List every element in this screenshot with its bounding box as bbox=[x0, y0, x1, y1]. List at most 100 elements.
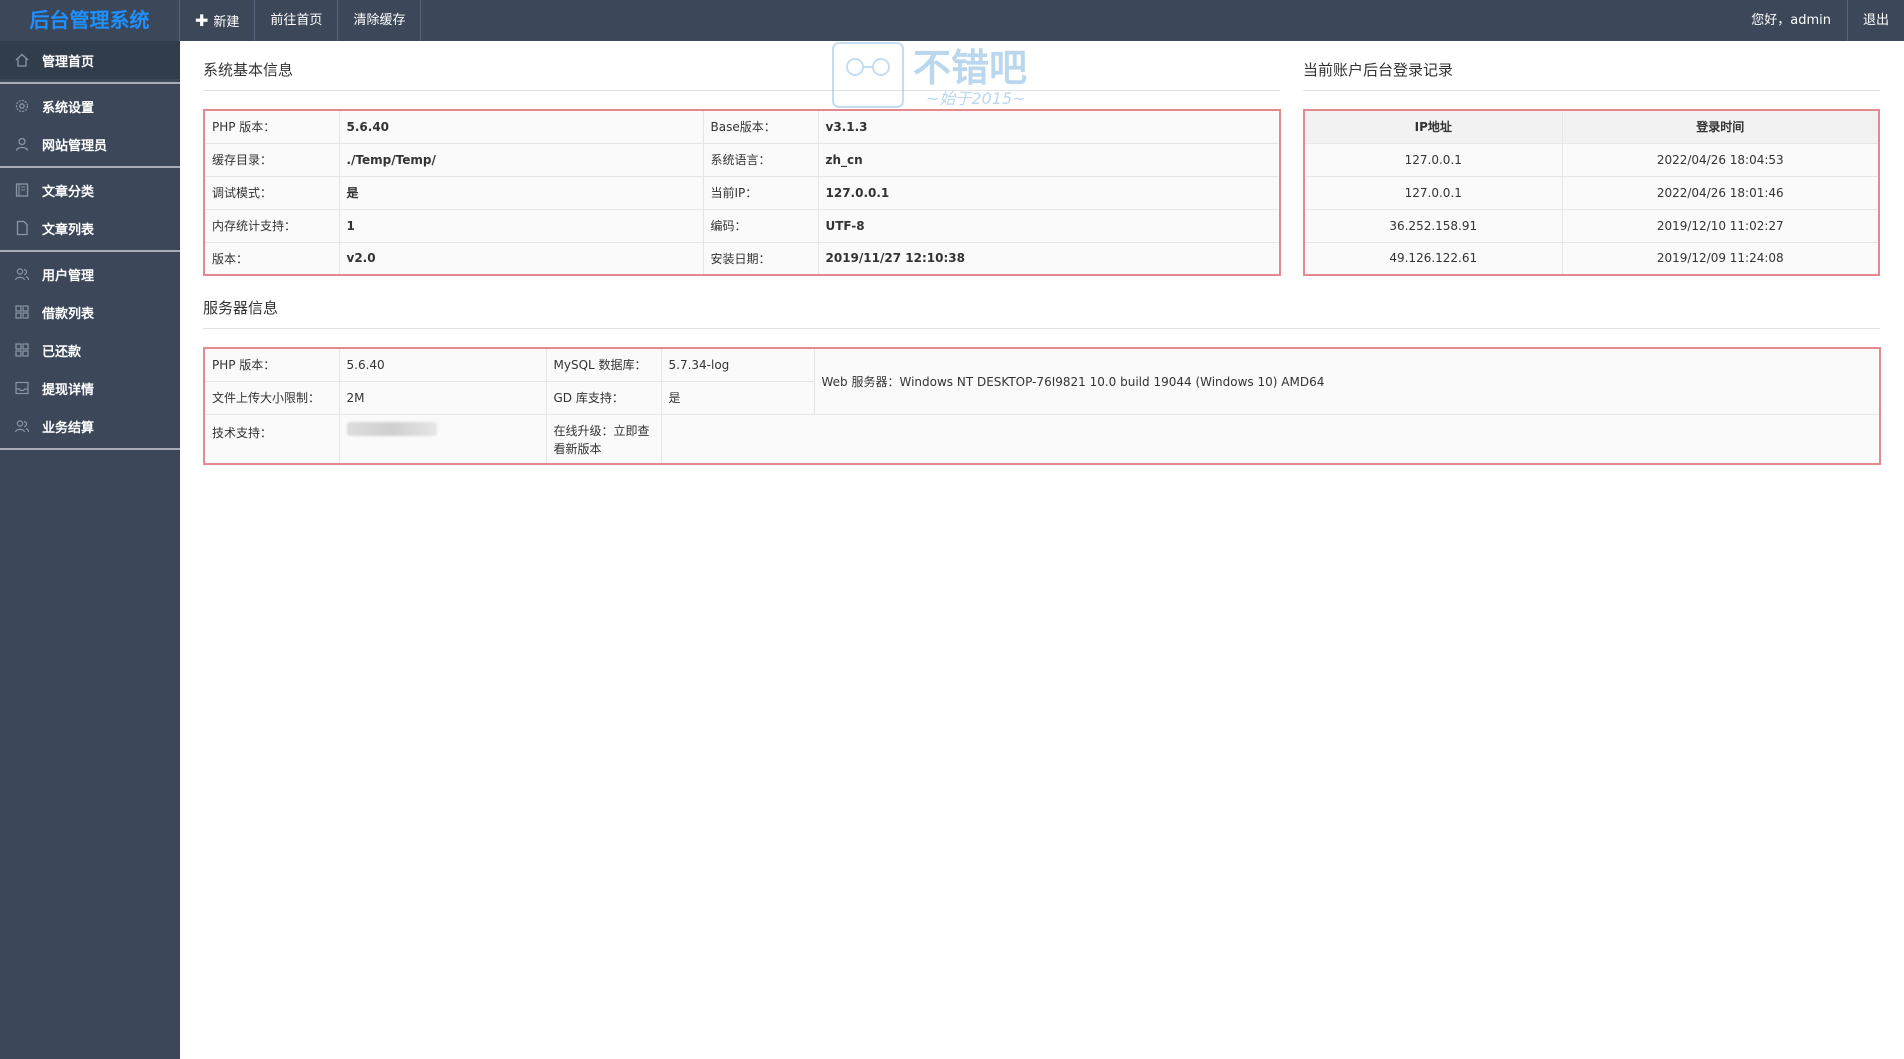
table-row: 缓存目录： ./Temp/Temp/ 系统语言： zh_cn bbox=[203, 142, 1281, 177]
sidebar-item-label: 管理首页 bbox=[42, 54, 95, 70]
info-value: 2M bbox=[338, 380, 547, 415]
sidebar-item-settings[interactable]: 系统设置 bbox=[0, 87, 180, 125]
info-value: v2.0 bbox=[338, 241, 704, 276]
info-key: 系统语言： bbox=[702, 142, 819, 177]
info-key: GD 库支持： bbox=[545, 380, 662, 415]
new-button-label: 新建 bbox=[213, 15, 240, 30]
home-link[interactable]: 前往首页 bbox=[255, 0, 339, 41]
user-icon bbox=[14, 136, 30, 152]
login-records-table: IP地址 登录时间 127.0.0.1 2022/04/26 18:04:53 … bbox=[1303, 109, 1880, 276]
info-value: zh_cn bbox=[817, 142, 1281, 177]
info-value: 2019/11/27 12:10:38 bbox=[817, 241, 1281, 276]
login-records-title: 当前账户后台登录记录 bbox=[1303, 59, 1880, 91]
info-key: 调试模式： bbox=[203, 175, 340, 210]
table-row: 版本： v2.0 安装日期： 2019/11/27 12:10:38 bbox=[203, 241, 1281, 276]
info-value: 5.7.34-log bbox=[660, 347, 815, 382]
info-value: v3.1.3 bbox=[817, 109, 1281, 144]
upgrade-link[interactable]: 在线升级：立即查 看新版本 bbox=[545, 413, 662, 465]
login-time: 2019/12/10 11:02:27 bbox=[1561, 208, 1880, 243]
user-greeting: 您好，admin bbox=[1735, 0, 1848, 41]
sidebar-item-users[interactable]: 用户管理 bbox=[0, 255, 180, 293]
login-time: 2019/12/09 11:24:08 bbox=[1561, 241, 1880, 276]
table-row: 技术支持： 在线升级：立即查 看新版本 bbox=[203, 413, 1881, 465]
info-value: ./Temp/Temp/ bbox=[338, 142, 704, 177]
table-row: 调试模式： 是 当前IP： 127.0.0.1 bbox=[203, 175, 1281, 210]
login-time: 2022/04/26 18:04:53 bbox=[1561, 142, 1880, 177]
clear-cache-button[interactable]: 清除缓存 bbox=[338, 0, 422, 41]
sidebar-item-settlement[interactable]: 业务结算 bbox=[0, 407, 180, 445]
info-key: 编码： bbox=[702, 208, 819, 243]
inbox-icon bbox=[14, 380, 30, 396]
sidebar-item-admins[interactable]: 网站管理员 bbox=[0, 125, 180, 163]
sidebar-item-loans[interactable]: 借款列表 bbox=[0, 293, 180, 331]
users-icon bbox=[14, 418, 30, 434]
plus-icon: ✚ bbox=[195, 11, 209, 30]
table-row: PHP 版本： 5.6.40 MySQL 数据库： 5.7.34-log Web… bbox=[203, 347, 1881, 415]
sidebar-item-withdrawals[interactable]: 提现详情 bbox=[0, 369, 180, 407]
info-value: 5.6.40 bbox=[338, 109, 704, 144]
system-info-table: PHP 版本： 5.6.40 Base版本： v3.1.3 缓存目录： ./Te… bbox=[203, 109, 1281, 276]
document-icon bbox=[14, 220, 30, 236]
login-ip: 36.252.158.91 bbox=[1303, 208, 1563, 243]
upgrade-link-line: 看新版本 bbox=[553, 441, 602, 456]
web-server-info: Web 服务器：Windows NT DESKTOP-76I9821 10.0 … bbox=[813, 347, 1881, 415]
column-header: IP地址 bbox=[1303, 109, 1563, 144]
info-key: PHP 版本： bbox=[203, 347, 340, 382]
info-key: 当前IP： bbox=[702, 175, 819, 210]
sidebar-divider bbox=[0, 250, 180, 252]
sidebar-item-article-list[interactable]: 文章列表 bbox=[0, 209, 180, 247]
sidebar-item-repaid[interactable]: 已还款 bbox=[0, 331, 180, 369]
sidebar-item-label: 系统设置 bbox=[42, 100, 95, 116]
sidebar-divider bbox=[0, 82, 180, 84]
sidebar-item-label: 文章列表 bbox=[42, 222, 95, 238]
table-header-row: IP地址 登录时间 bbox=[1303, 109, 1880, 144]
upgrade-link-line: 在线升级：立即查 bbox=[553, 423, 650, 438]
login-time: 2022/04/26 18:01:46 bbox=[1561, 175, 1880, 210]
users-icon bbox=[14, 266, 30, 282]
info-value: 127.0.0.1 bbox=[817, 175, 1281, 210]
sidebar-item-label: 业务结算 bbox=[42, 420, 95, 436]
top-nav: ✚ 新建 前往首页 清除缓存 bbox=[180, 0, 422, 41]
sidebar-divider bbox=[0, 166, 180, 168]
info-value: 5.6.40 bbox=[338, 347, 547, 382]
sidebar-item-label: 网站管理员 bbox=[42, 138, 108, 154]
column-header: 登录时间 bbox=[1561, 109, 1880, 144]
home-icon bbox=[14, 52, 30, 68]
user-area: 您好，admin 退出 bbox=[1735, 0, 1904, 41]
info-key: 缓存目录： bbox=[203, 142, 340, 177]
table-row: PHP 版本： 5.6.40 Base版本： v3.1.3 bbox=[203, 109, 1281, 144]
login-ip: 127.0.0.1 bbox=[1303, 142, 1563, 177]
table-row: 36.252.158.91 2019/12/10 11:02:27 bbox=[1303, 208, 1880, 243]
sidebar-item-label: 文章分类 bbox=[42, 184, 95, 200]
server-info-title: 服务器信息 bbox=[203, 297, 1880, 329]
new-button[interactable]: ✚ 新建 bbox=[180, 0, 256, 41]
info-value: 是 bbox=[660, 380, 815, 415]
grid-icon bbox=[14, 304, 30, 320]
logout-button[interactable]: 退出 bbox=[1848, 0, 1904, 41]
support-value bbox=[338, 413, 547, 465]
login-ip: 49.126.122.61 bbox=[1303, 241, 1563, 276]
server-info-table: PHP 版本： 5.6.40 MySQL 数据库： 5.7.34-log Web… bbox=[203, 347, 1881, 465]
info-value: 1 bbox=[338, 208, 704, 243]
sidebar-item-dashboard[interactable]: 管理首页 bbox=[0, 41, 180, 79]
sidebar-item-article-category[interactable]: 文章分类 bbox=[0, 171, 180, 209]
redacted-text bbox=[346, 421, 437, 436]
info-key: 技术支持： bbox=[203, 413, 340, 465]
info-value: UTF-8 bbox=[817, 208, 1281, 243]
sidebar-item-label: 已还款 bbox=[42, 344, 82, 360]
grid-icon bbox=[14, 342, 30, 358]
info-key: 安装日期： bbox=[702, 241, 819, 276]
sidebar-item-label: 提现详情 bbox=[42, 382, 95, 398]
info-key: MySQL 数据库： bbox=[545, 347, 662, 382]
info-key: 版本： bbox=[203, 241, 340, 276]
login-ip: 127.0.0.1 bbox=[1303, 175, 1563, 210]
sidebar: 管理首页 系统设置 网站管理员 文章分类 文章列表 用户管理 借款列表 已还款 … bbox=[0, 41, 180, 1059]
gear-icon bbox=[14, 98, 30, 114]
system-info-title: 系统基本信息 bbox=[203, 59, 1280, 91]
info-key: 内存统计支持： bbox=[203, 208, 340, 243]
table-row: 内存统计支持： 1 编码： UTF-8 bbox=[203, 208, 1281, 243]
table-row: 127.0.0.1 2022/04/26 18:01:46 bbox=[1303, 175, 1880, 210]
app-title[interactable]: 后台管理系统 bbox=[0, 0, 180, 41]
sidebar-divider bbox=[0, 448, 180, 450]
book-icon bbox=[14, 182, 30, 198]
